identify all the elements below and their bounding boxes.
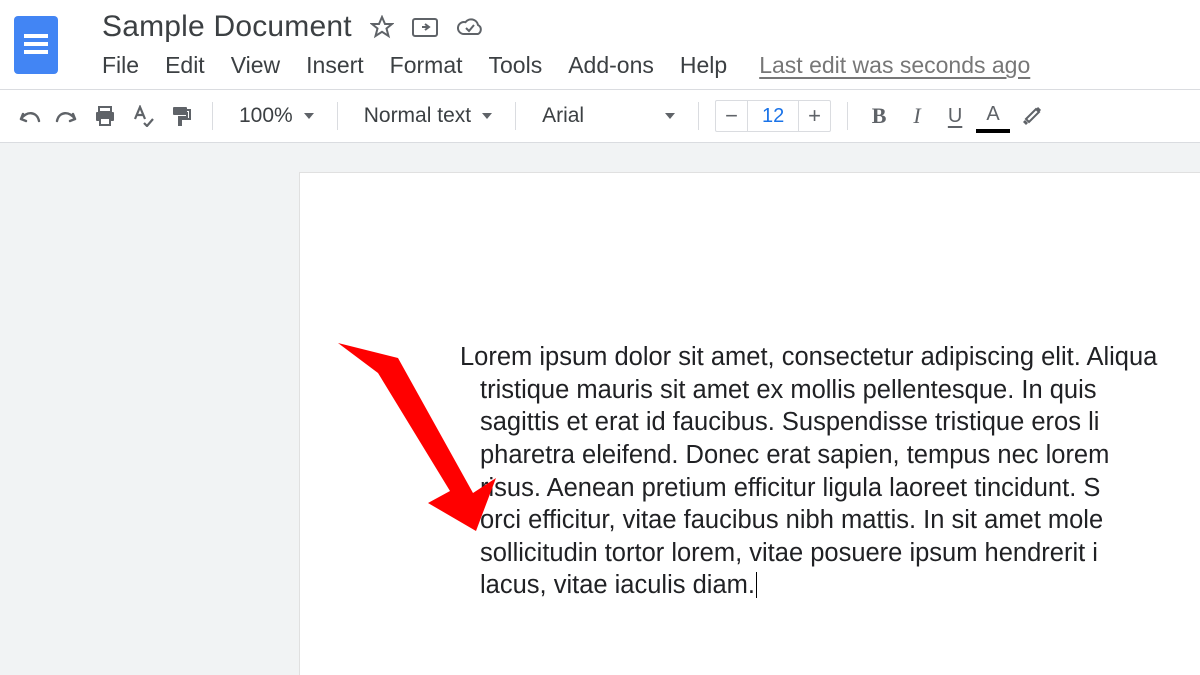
text-cursor: [756, 572, 758, 598]
text-line: risus. Aenean pretium efficitur ligula l…: [480, 474, 1100, 502]
move-to-folder-icon[interactable]: [412, 16, 438, 38]
text-line: Lorem ipsum dolor sit amet, consectetur …: [460, 343, 1157, 371]
separator: [847, 102, 848, 130]
menu-file[interactable]: File: [102, 52, 139, 79]
bold-button[interactable]: B: [864, 101, 894, 131]
text-line: tristique mauris sit amet ex mollis pell…: [480, 376, 1097, 404]
page[interactable]: Lorem ipsum dolor sit amet, consectetur …: [300, 173, 1200, 675]
highlight-button[interactable]: [1016, 101, 1046, 131]
undo-button[interactable]: [14, 101, 44, 131]
toolbar: 100% Normal text Arial − 12 + B I U A: [0, 90, 1200, 143]
font-size-control: − 12 +: [715, 100, 831, 132]
font-size-increase[interactable]: +: [798, 101, 830, 131]
menu-addons[interactable]: Add-ons: [568, 52, 654, 79]
menu-insert[interactable]: Insert: [306, 52, 364, 79]
menu-format[interactable]: Format: [390, 52, 463, 79]
menu-tools[interactable]: Tools: [489, 52, 543, 79]
menu-help[interactable]: Help: [680, 52, 727, 79]
separator: [337, 102, 338, 130]
font-size-value[interactable]: 12: [748, 105, 798, 128]
docs-logo[interactable]: [14, 16, 58, 74]
separator: [515, 102, 516, 130]
spellcheck-button[interactable]: [128, 101, 158, 131]
font-dropdown[interactable]: Arial: [532, 101, 682, 131]
text-line: sollicitudin tortor lorem, vitae posuere…: [480, 539, 1098, 567]
paragraph-style-dropdown[interactable]: Normal text: [354, 101, 499, 131]
last-edit-link[interactable]: Last edit was seconds ago: [759, 52, 1030, 79]
star-icon[interactable]: [370, 15, 394, 39]
document-title[interactable]: Sample Document: [102, 10, 352, 44]
underline-button[interactable]: U: [940, 101, 970, 131]
caret-down-icon: [664, 112, 676, 120]
menu-edit[interactable]: Edit: [165, 52, 205, 79]
text-color-button[interactable]: A: [978, 101, 1008, 131]
cloud-saved-icon[interactable]: [456, 17, 484, 37]
separator: [212, 102, 213, 130]
zoom-dropdown[interactable]: 100%: [229, 101, 321, 131]
font-name-value: Arial: [538, 104, 588, 128]
paragraph-style-value: Normal text: [360, 104, 475, 128]
menu-view[interactable]: View: [231, 52, 280, 79]
document-canvas[interactable]: Lorem ipsum dolor sit amet, consectetur …: [0, 143, 1200, 675]
paragraph[interactable]: Lorem ipsum dolor sit amet, consectetur …: [460, 341, 1200, 602]
text-line: sagittis et erat id faucibus. Suspendiss…: [480, 408, 1099, 436]
text-line: pharetra eleifend. Donec erat sapien, te…: [480, 441, 1109, 469]
paint-format-button[interactable]: [166, 101, 196, 131]
caret-down-icon: [303, 112, 315, 120]
separator: [698, 102, 699, 130]
text-line: orci efficitur, vitae faucibus nibh matt…: [480, 506, 1103, 534]
print-button[interactable]: [90, 101, 120, 131]
italic-button[interactable]: I: [902, 101, 932, 131]
redo-button[interactable]: [52, 101, 82, 131]
zoom-value: 100%: [235, 104, 297, 128]
text-line: lacus, vitae iaculis diam.: [480, 571, 755, 599]
font-size-decrease[interactable]: −: [716, 101, 748, 131]
caret-down-icon: [481, 112, 493, 120]
